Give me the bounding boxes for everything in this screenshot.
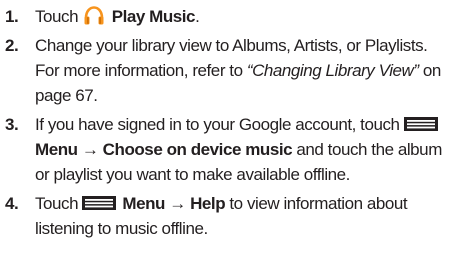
step-4: 4. Touch Menu → Help to view information… — [2, 191, 448, 241]
menu-path: Menu → Choose on device music — [35, 140, 293, 159]
step-number: 1. — [5, 7, 19, 26]
play-music-headphones-icon — [83, 6, 105, 26]
step-text: If you have signed in to your Google acc… — [35, 115, 400, 134]
step-2: 2. Change your library view to Albums, A… — [2, 33, 448, 108]
menu-icon — [82, 196, 117, 210]
step-1: 1. Touch Play Music. — [2, 4, 448, 29]
step-text: Touch — [35, 194, 79, 213]
step-number: 3. — [5, 115, 19, 134]
step-number: 2. — [5, 36, 19, 55]
step-text: Touch — [35, 7, 79, 26]
step-number: 4. — [5, 194, 19, 213]
menu-path: Menu → Help — [122, 194, 226, 213]
manual-page: 1. Touch Play Music. 2. Change your libr… — [0, 0, 453, 269]
app-name: Play Music — [111, 7, 196, 26]
menu-icon — [403, 117, 438, 131]
step-3: 3. If you have signed in to your Google … — [2, 112, 448, 187]
step-text-end: . — [195, 7, 200, 26]
instruction-list: 1. Touch Play Music. 2. Change your libr… — [2, 4, 448, 245]
cross-reference: “Changing Library View” — [246, 61, 419, 80]
